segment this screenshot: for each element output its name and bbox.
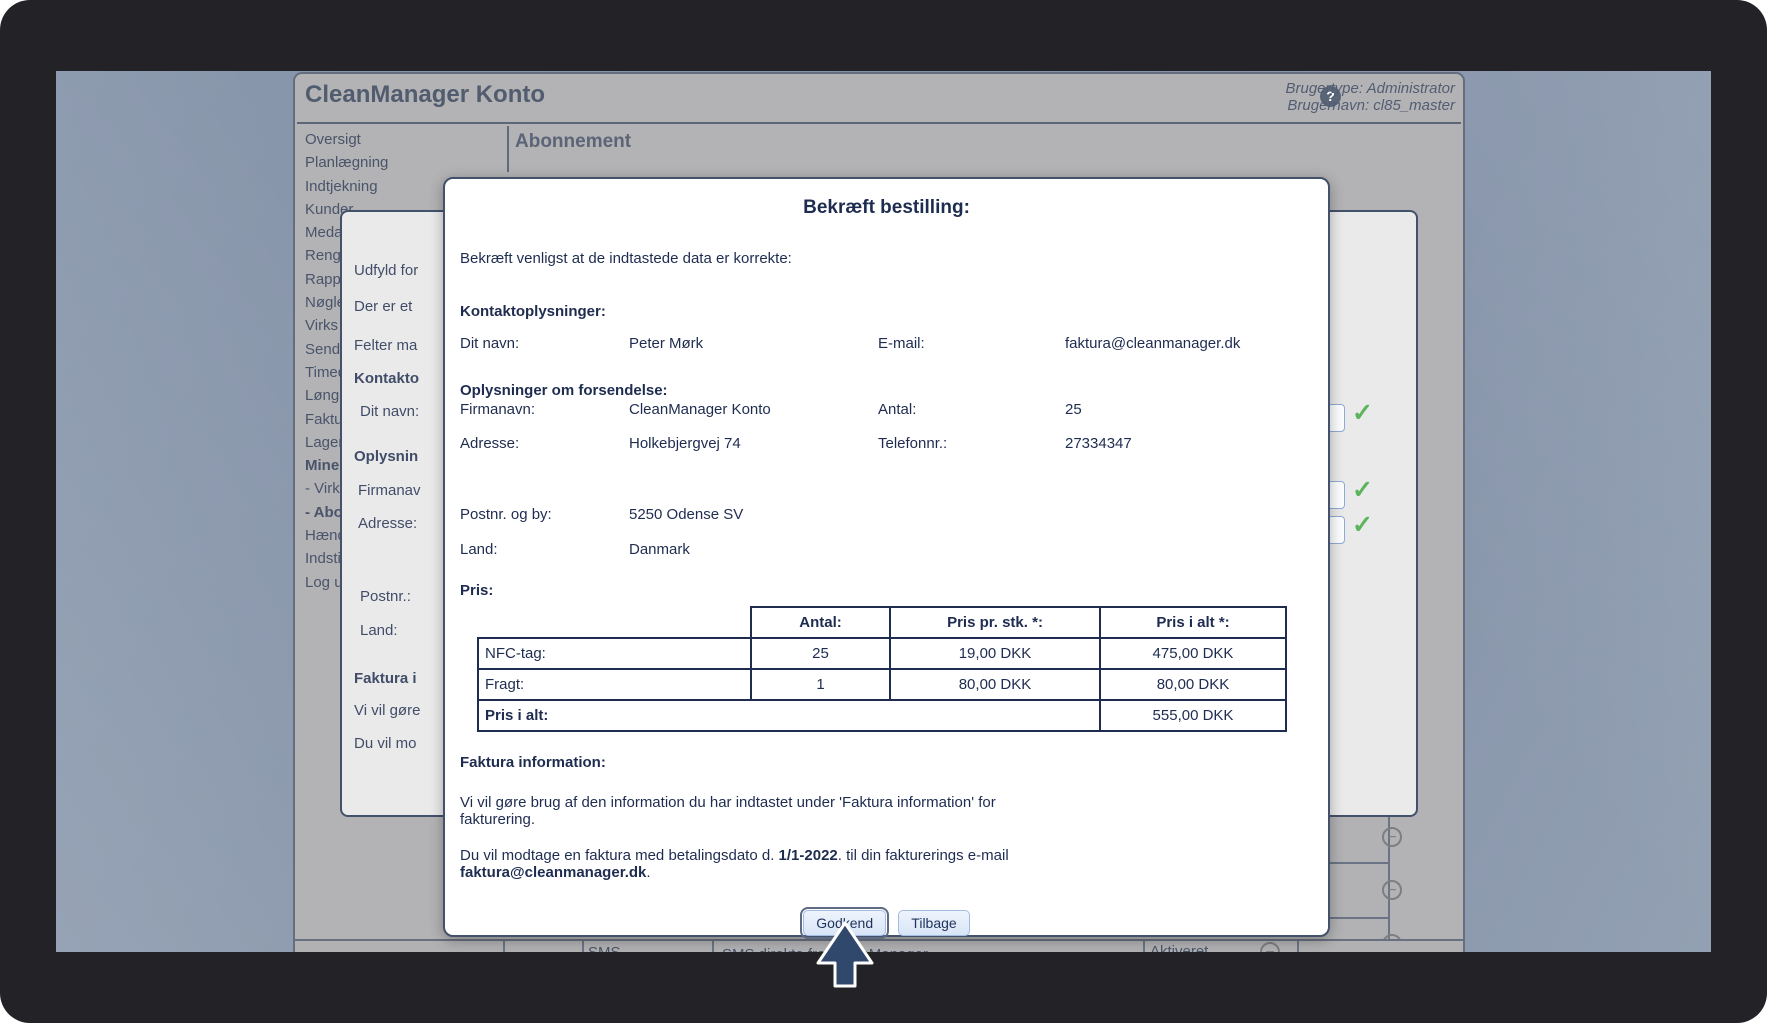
remove-icon[interactable]: −: [1382, 827, 1402, 847]
valid-check-icon: ✓: [1352, 399, 1373, 427]
form-label: Firmanav: [358, 482, 421, 499]
field-label: Dit navn:: [460, 335, 520, 352]
form-label: Udfyld for: [354, 262, 419, 279]
content-divider: [507, 126, 509, 172]
modal-button-row: Godkend Tilbage: [445, 907, 1328, 939]
form-label: Land:: [360, 622, 398, 639]
item-total: 80,00 DKK: [1099, 668, 1287, 701]
field-label: Telefonnr.:: [878, 435, 948, 452]
price-table: Antal: Pris pr. stk. *: Pris i alt *: NF…: [477, 606, 1287, 732]
field-value: 25: [1065, 401, 1082, 418]
field-label: Postnr. og by:: [460, 506, 552, 523]
valid-check-icon: ✓: [1352, 511, 1373, 539]
invoice-heading: Faktura information:: [460, 754, 606, 771]
field-value: Peter Mørk: [629, 335, 704, 352]
valid-check-icon: ✓: [1352, 476, 1373, 504]
page-title: CleanManager Konto: [305, 81, 546, 108]
field-label: Firmanavn:: [460, 401, 536, 418]
form-label: Dit navn:: [360, 403, 420, 420]
empty-header-cell: [478, 607, 751, 638]
form-label: Felter ma: [354, 337, 418, 354]
form-label: Vi vil gøre: [354, 702, 421, 719]
item-qty: 1: [750, 668, 891, 701]
unit-price-header: Pris pr. stk. *:: [889, 606, 1101, 639]
form-label: Du vil mo: [354, 735, 417, 752]
row-label-status: Aktiveret: [1150, 943, 1209, 952]
qty-header: Antal:: [750, 606, 891, 639]
item-qty: 25: [750, 637, 891, 670]
user-info: Brugertype: Administrator Brugernavn: cl…: [1195, 80, 1455, 114]
shipping-heading: Oplysninger om forsendelse:: [460, 382, 668, 399]
user-name-label: Brugernavn: cl85_master: [1287, 97, 1455, 114]
invoice-paragraph-1: Vi vil gøre brug af den information du h…: [460, 794, 996, 828]
background-bottom-row: SMS SMS direkte fra CleanManager Aktiver…: [295, 939, 1463, 952]
grand-total-value: 555,00 DKK: [1099, 699, 1287, 732]
section-title: Abonnement: [515, 131, 632, 152]
form-heading: Oplysnin: [354, 448, 419, 465]
screenshot-frame: CleanManager Konto ? Brugertype: Adminis…: [0, 0, 1767, 1023]
field-label: Adresse:: [460, 435, 520, 452]
table-row: Fragt: 1 80,00 DKK 80,00 DKK: [477, 668, 1287, 701]
field-label: Antal:: [878, 401, 917, 418]
field-label: Land:: [460, 541, 498, 558]
pointer-arrow-icon: [816, 921, 874, 988]
sidebar-item-oversigt[interactable]: Oversigt: [305, 128, 388, 151]
row-label-sms: SMS: [588, 944, 621, 952]
field-value: Holkebjergvej 74: [629, 435, 741, 452]
field-value: faktura@cleanmanager.dk: [1065, 335, 1241, 352]
field-label: E-mail:: [878, 335, 925, 352]
price-heading: Pris:: [460, 582, 494, 599]
field-value: Danmark: [629, 541, 690, 558]
modal-intro: Bekræft venligst at de indtastede data e…: [460, 250, 792, 267]
grand-total-label: Pris i alt:: [477, 699, 1101, 732]
desktop-background: CleanManager Konto ? Brugertype: Adminis…: [56, 71, 1711, 952]
invoice-paragraph-2: Du vil modtage en faktura med betalingsd…: [460, 847, 1009, 881]
form-heading: Kontakto: [354, 370, 419, 387]
cell-divider: [503, 941, 505, 952]
confirm-order-modal: Bekræft bestilling: Bekræft venligst at …: [443, 177, 1330, 939]
sidebar-item-indtjekning[interactable]: Indtjekning: [305, 175, 388, 198]
remove-icon[interactable]: −: [1382, 880, 1402, 900]
item-unit-price: 19,00 DKK: [889, 637, 1101, 670]
back-button[interactable]: Tilbage: [898, 910, 970, 936]
contact-heading: Kontaktoplysninger:: [460, 303, 606, 320]
sidebar-item-planlaegning[interactable]: Planlægning: [305, 151, 388, 174]
field-value: CleanManager Konto: [629, 401, 771, 418]
form-heading: Faktura i: [354, 670, 417, 687]
table-total-row: Pris i alt: 555,00 DKK: [477, 699, 1287, 732]
item-unit-price: 80,00 DKK: [889, 668, 1101, 701]
total-price-header: Pris i alt *:: [1099, 606, 1287, 639]
price-table-header-row: Antal: Pris pr. stk. *: Pris i alt *:: [478, 606, 1287, 639]
form-label: Postnr.:: [360, 588, 411, 605]
remove-icon[interactable]: −: [1260, 942, 1280, 952]
form-label: Adresse:: [358, 515, 418, 532]
cell-divider: [712, 941, 714, 952]
item-total: 475,00 DKK: [1099, 637, 1287, 670]
form-label: Der er et: [354, 298, 413, 315]
user-type-label: Brugertype: Administrator: [1285, 80, 1455, 97]
title-divider: [297, 122, 1461, 124]
cell-divider: [1297, 941, 1299, 952]
cell-divider: [582, 941, 584, 952]
item-name: NFC-tag:: [477, 637, 752, 670]
table-row: NFC-tag: 25 19,00 DKK 475,00 DKK: [477, 637, 1287, 670]
field-value: 5250 Odense SV: [629, 506, 744, 523]
modal-title: Bekræft bestilling:: [803, 197, 970, 218]
field-value: 27334347: [1065, 435, 1132, 452]
item-name: Fragt:: [477, 668, 752, 701]
cell-divider: [1143, 941, 1145, 952]
